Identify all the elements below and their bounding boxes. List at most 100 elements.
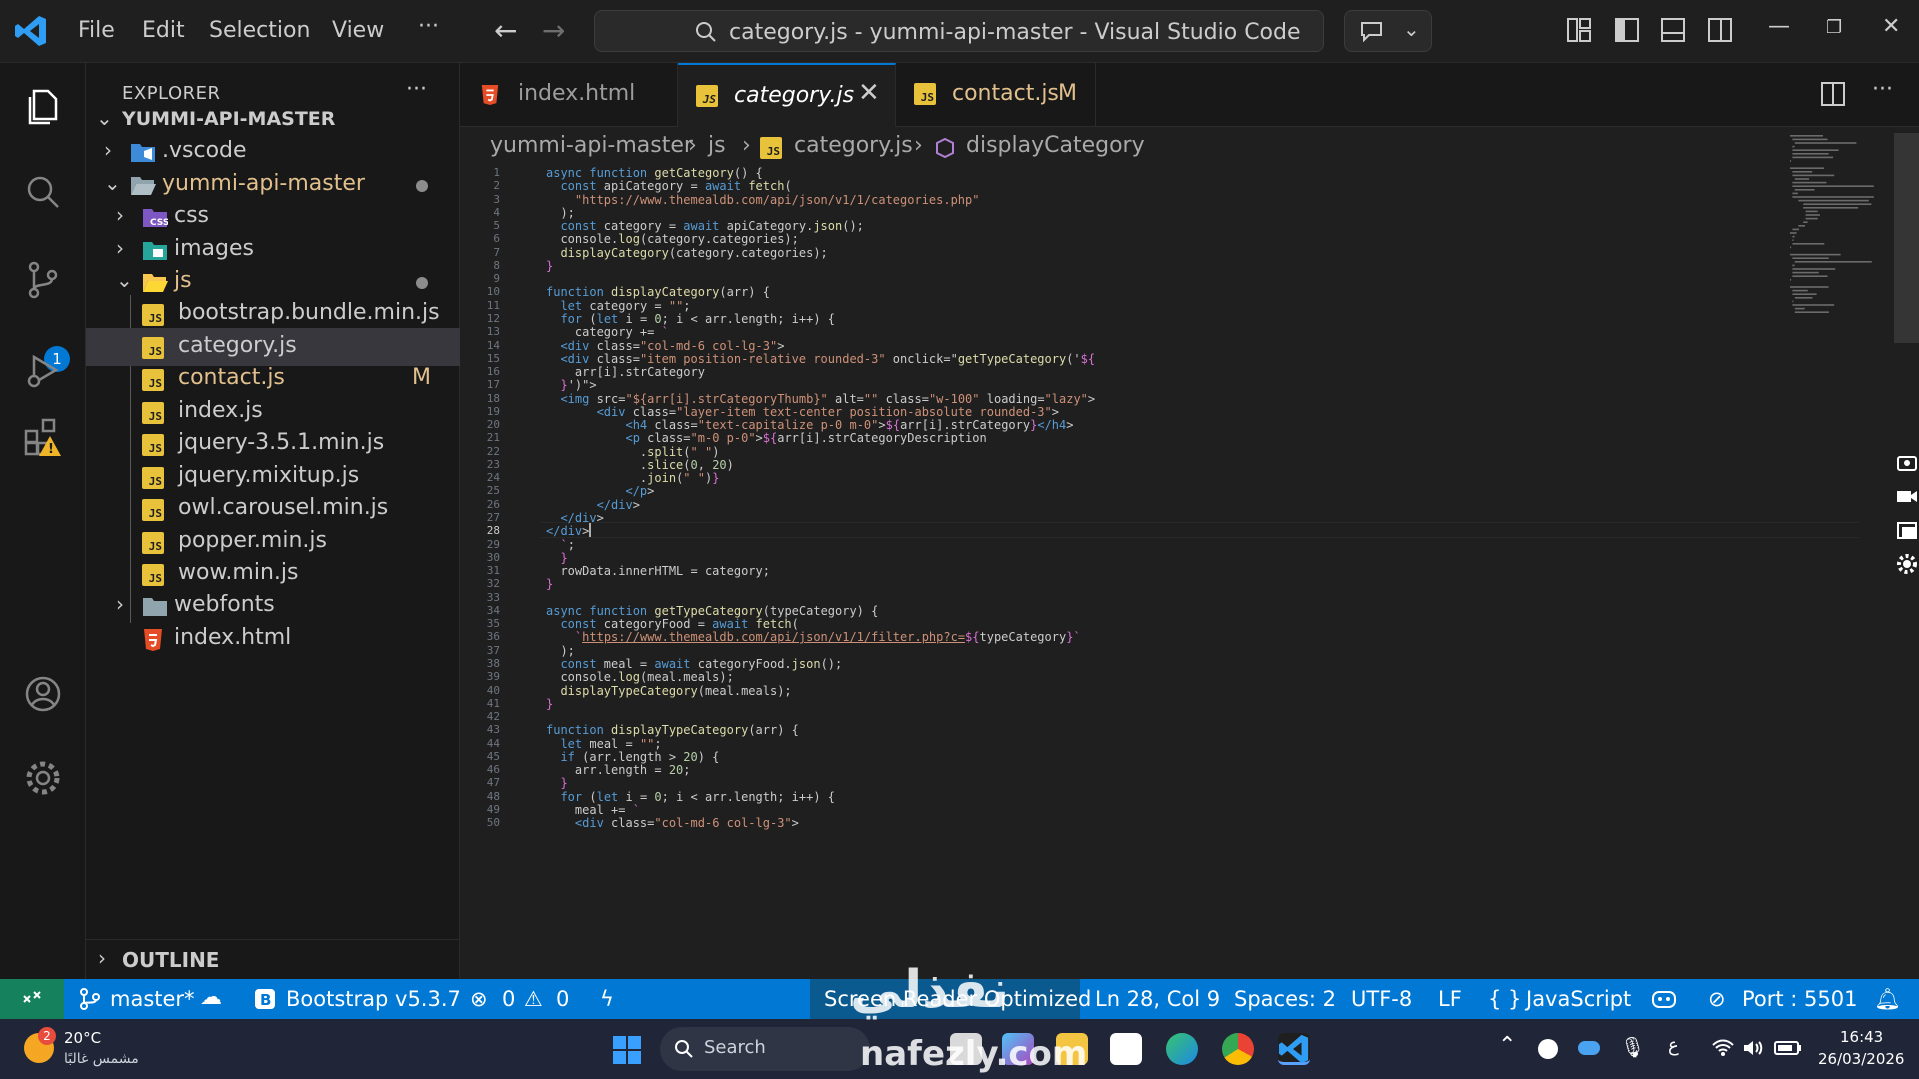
clock-time[interactable]: 16:43 xyxy=(1840,1028,1883,1046)
search-icon[interactable] xyxy=(22,171,64,213)
customize-layout-icon[interactable] xyxy=(1566,17,1592,43)
source-control-icon[interactable] xyxy=(22,259,64,301)
breadcrumb-item[interactable]: displayCategory xyxy=(966,133,1145,158)
weather-temperature[interactable]: 20°C xyxy=(64,1029,101,1047)
code-line: } xyxy=(546,577,554,592)
command-center-search[interactable]: category.js - yummi-api-master - Visual … xyxy=(594,10,1324,52)
js-file-icon: JS xyxy=(914,83,936,105)
breadcrumb-separator-icon: › xyxy=(914,133,923,158)
clock-date[interactable]: 26/03/2026 xyxy=(1818,1050,1904,1068)
minimap-line xyxy=(1792,196,1874,198)
copilot-icon[interactable] xyxy=(1650,987,1678,1011)
show-hidden-icons-chevron-icon[interactable]: ⌃ xyxy=(1498,1033,1516,1058)
live-server-port[interactable]: Port : 5501 xyxy=(1742,987,1858,1011)
js-folder-open-icon xyxy=(143,274,168,292)
editor-more-actions-icon[interactable]: ··· xyxy=(1872,77,1893,102)
run-debug-icon[interactable] xyxy=(22,349,64,391)
menu-file[interactable]: File xyxy=(78,18,115,43)
settings-gear-icon[interactable] xyxy=(22,757,64,799)
scrollbar-thumb[interactable] xyxy=(1894,133,1919,343)
tab-label: contact.js xyxy=(952,81,1059,106)
screen-capture-icon[interactable] xyxy=(1896,451,1918,473)
restore-icon[interactable]: ❐ xyxy=(1826,17,1842,38)
window-capture-icon[interactable] xyxy=(1896,519,1918,541)
tab-contact-js[interactable]: JS contact.js M xyxy=(896,63,1096,127)
vscode-taskbar-icon[interactable] xyxy=(1278,1033,1310,1065)
copilot-button[interactable]: ⌄ xyxy=(1344,10,1432,52)
menu-edit[interactable]: Edit xyxy=(142,18,185,43)
tab-label: category.js xyxy=(734,83,855,108)
text-cursor xyxy=(589,523,592,537)
split-editor-icon[interactable] xyxy=(1820,81,1846,107)
warning-count[interactable]: 0 xyxy=(556,987,569,1011)
tray-app-icon[interactable] xyxy=(1538,1039,1558,1059)
close-tab-icon[interactable]: ✕ xyxy=(858,78,880,108)
minimap-line xyxy=(1794,189,1815,191)
microphone-icon[interactable]: 🎙︎ xyxy=(1620,1035,1645,1059)
breadcrumb-item[interactable]: yummi-api-master xyxy=(490,133,693,158)
taskbar-search[interactable]: Search xyxy=(660,1027,870,1071)
bootstrap-status[interactable]: Bootstrap v5.3.7 xyxy=(286,987,461,1011)
tree-item-label: jquery-3.5.1.min.js xyxy=(178,430,385,455)
remote-indicator-button[interactable] xyxy=(0,979,64,1019)
microsoft-store-icon[interactable] xyxy=(1110,1033,1142,1065)
onedrive-icon[interactable] xyxy=(1578,1041,1600,1055)
tree-item-index-html[interactable]: index.html xyxy=(86,620,460,658)
breadcrumb-item[interactable]: js xyxy=(708,133,726,158)
accounts-icon[interactable] xyxy=(22,673,64,715)
menu-selection[interactable]: Selection xyxy=(209,18,310,43)
error-count[interactable]: 0 xyxy=(502,987,515,1011)
bootstrap-icon: B xyxy=(255,989,275,1009)
volume-icon[interactable] xyxy=(1742,1039,1764,1057)
chevron-right-icon: › xyxy=(98,946,106,970)
lightning-icon[interactable]: ϟ xyxy=(600,987,614,1011)
wifi-icon[interactable] xyxy=(1712,1039,1734,1057)
capture-settings-gear-icon[interactable] xyxy=(1896,553,1918,575)
input-language[interactable]: ع xyxy=(1668,1035,1679,1056)
minimap-line xyxy=(1792,289,1808,292)
menu-view[interactable]: View xyxy=(332,18,384,43)
more-actions-icon[interactable]: ··· xyxy=(406,77,427,102)
battery-icon[interactable] xyxy=(1774,1040,1802,1056)
cursor-position[interactable]: Ln 28, Col 9 xyxy=(1095,987,1220,1011)
close-window-icon[interactable]: ✕ xyxy=(1882,14,1900,39)
menu-more[interactable]: ··· xyxy=(418,14,439,39)
toggle-panel-icon[interactable] xyxy=(1660,17,1686,43)
outline-section[interactable]: › OUTLINE xyxy=(86,939,460,979)
tree-item-label: .vscode xyxy=(162,138,247,163)
notifications-bell-icon[interactable]: 🔔︎ xyxy=(1874,987,1901,1012)
eol-status[interactable]: LF xyxy=(1438,987,1462,1011)
modified-badge: M xyxy=(1058,81,1077,106)
git-branch-status[interactable]: master* xyxy=(110,987,195,1011)
minimize-icon[interactable]: — xyxy=(1768,14,1790,39)
watermark-site: nafezly.com xyxy=(860,1034,1088,1074)
html-file-icon xyxy=(481,85,499,105)
js-file-icon: JS xyxy=(142,499,164,521)
toggle-secondary-sidebar-icon[interactable] xyxy=(1707,17,1733,43)
indentation-status[interactable]: Spaces: 2 xyxy=(1234,987,1336,1011)
windows-start-icon[interactable] xyxy=(612,1035,642,1065)
code-editor[interactable]: 1 2 3 4 5 6 7 8 9 10 11 12 13 14 15 16 17 18 19 20 21 22 23 24 2… xyxy=(460,165,1860,979)
breadcrumb-separator-icon: › xyxy=(688,133,697,158)
encoding-status[interactable]: UTF-8 xyxy=(1351,987,1412,1011)
toggle-primary-sidebar-icon[interactable] xyxy=(1614,17,1640,43)
video-camera-icon[interactable] xyxy=(1896,485,1918,507)
js-file-icon: JS xyxy=(142,402,164,424)
back-arrow-icon[interactable]: ← xyxy=(494,14,517,47)
minimap[interactable] xyxy=(1786,133,1906,323)
breadcrumb-item[interactable]: category.js xyxy=(794,133,913,158)
minimap-line xyxy=(1792,192,1798,195)
sync-cloud-icon[interactable]: ☁ xyxy=(200,985,222,1010)
explorer-icon[interactable] xyxy=(22,85,64,127)
edge-browser-icon[interactable] xyxy=(1166,1033,1198,1065)
tab-index-html[interactable]: index.html xyxy=(460,63,678,127)
chrome-browser-icon[interactable] xyxy=(1222,1033,1254,1065)
minimap-line xyxy=(1803,207,1859,209)
tab-label: index.html xyxy=(518,81,636,106)
chevron-down-icon: ⌄ xyxy=(96,106,113,130)
js-file-icon: JS xyxy=(142,467,164,489)
language-mode[interactable]: JavaScript xyxy=(1526,987,1631,1011)
minimap-line xyxy=(1805,214,1820,216)
forward-arrow-icon[interactable]: → xyxy=(542,14,565,47)
tab-category-js[interactable]: JS category.js ✕ xyxy=(678,63,896,127)
